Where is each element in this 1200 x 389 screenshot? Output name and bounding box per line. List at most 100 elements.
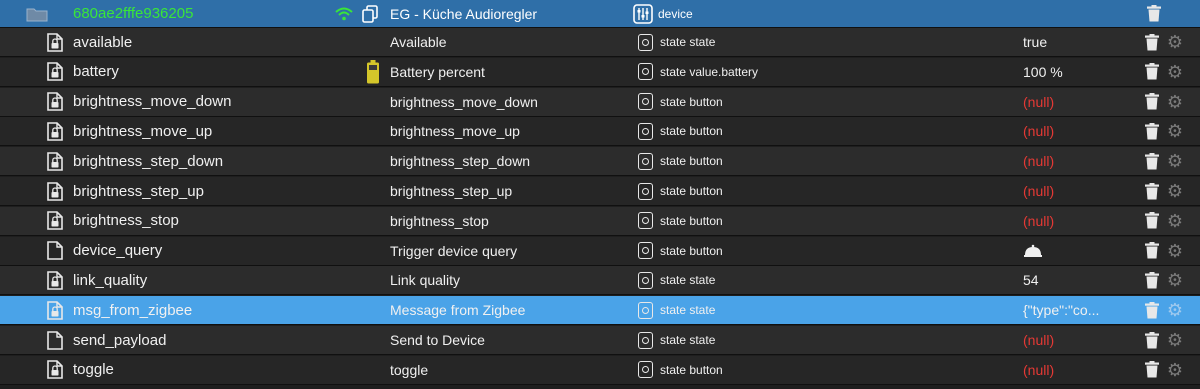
state-role: state state: [660, 303, 716, 318]
gear-icon[interactable]: ⚙: [1165, 28, 1185, 56]
lock-file-icon: [44, 58, 66, 86]
gear-icon[interactable]: ⚙: [1165, 177, 1185, 205]
state-label: Trigger device query: [390, 242, 518, 259]
state-label: brightness_step_down: [390, 153, 531, 170]
state-value[interactable]: (null): [1023, 88, 1054, 116]
gear-icon[interactable]: ⚙: [1165, 237, 1185, 265]
folder-icon[interactable]: [26, 6, 48, 22]
state-label: toggle: [390, 361, 429, 378]
state-row-available[interactable]: available Available state state true ⚙: [0, 28, 1200, 57]
state-row-msg_from_zigbee[interactable]: msg_from_zigbee Message from Zigbee stat…: [0, 296, 1200, 326]
wifi-icon: [334, 0, 354, 27]
state-label: brightness_stop: [390, 212, 489, 229]
state-row-send_payload[interactable]: send_payload Send to Device state state …: [0, 326, 1200, 355]
role-icon: [635, 58, 655, 86]
trash-icon[interactable]: [1143, 28, 1161, 56]
state-role: state button: [660, 184, 723, 198]
state-value[interactable]: {"type":"co...: [1023, 296, 1099, 324]
role-icon: [635, 207, 655, 235]
gear-icon[interactable]: ⚙: [1165, 88, 1185, 116]
lock-file-icon: [44, 177, 66, 205]
gear-icon[interactable]: ⚙: [1165, 147, 1185, 175]
lock-file-icon: [44, 296, 66, 324]
role-icon: [635, 177, 655, 205]
state-role: state button: [660, 362, 723, 377]
copy-icon[interactable]: [360, 0, 380, 27]
state-label: Send to Device: [390, 332, 485, 348]
state-role: state button: [660, 213, 723, 228]
trash-icon[interactable]: [1143, 326, 1161, 354]
state-label: Available: [390, 34, 447, 50]
trash-icon[interactable]: [1143, 296, 1161, 324]
trash-icon[interactable]: [1143, 88, 1161, 116]
state-row-brightness_stop[interactable]: brightness_stop brightness_stop state bu…: [0, 206, 1200, 236]
state-value[interactable]: (null): [1023, 356, 1054, 384]
lock-file-icon: [44, 28, 66, 56]
state-value[interactable]: (null): [1023, 207, 1054, 235]
role-icon: [635, 296, 655, 324]
state-role: state state: [660, 333, 716, 347]
trash-icon[interactable]: [1143, 117, 1161, 145]
trash-icon[interactable]: [1143, 356, 1161, 384]
object-tree: 680ae2fffe936205 EG - Küche Audioregler: [0, 0, 1200, 389]
state-row-brightness_step_down[interactable]: brightness_step_down brightness_step_dow…: [0, 147, 1200, 177]
trash-icon[interactable]: [1143, 266, 1161, 294]
lock-file-icon: [44, 356, 66, 384]
state-row-battery[interactable]: battery Battery percent state value.batt…: [0, 57, 1200, 87]
role-icon: [635, 147, 655, 175]
state-value[interactable]: (null): [1023, 117, 1054, 145]
state-name: device_query: [73, 242, 163, 260]
state-role: state button: [660, 243, 723, 258]
device-id: 680ae2fffe936205: [73, 5, 194, 22]
state-label: Battery percent: [390, 63, 485, 80]
state-value[interactable]: (null): [1023, 147, 1054, 175]
state-name: msg_from_zigbee: [73, 301, 193, 319]
device-row[interactable]: 680ae2fffe936205 EG - Küche Audioregler: [0, 0, 1200, 28]
trash-icon[interactable]: [1143, 207, 1161, 235]
role-icon: [635, 88, 655, 116]
lock-file-icon: [44, 88, 66, 116]
state-role: state state: [660, 273, 716, 288]
state-row-brightness_move_down[interactable]: brightness_move_down brightness_move_dow…: [0, 87, 1200, 117]
state-value[interactable]: 54: [1023, 266, 1039, 294]
gear-icon[interactable]: ⚙: [1165, 356, 1185, 384]
lock-file-icon: [44, 207, 66, 235]
state-row-link_quality[interactable]: link_quality Link quality state state 54…: [0, 266, 1200, 296]
state-label: brightness_move_up: [390, 123, 520, 140]
gear-icon[interactable]: ⚙: [1165, 296, 1185, 324]
state-label: brightness_step_up: [390, 183, 513, 199]
trash-icon[interactable]: [1145, 0, 1163, 27]
trash-icon[interactable]: [1143, 147, 1161, 175]
state-label: Message from Zigbee: [390, 302, 526, 319]
trash-icon[interactable]: [1143, 237, 1161, 265]
gear-icon[interactable]: ⚙: [1165, 58, 1185, 86]
bell-icon[interactable]: [1023, 237, 1043, 265]
gear-icon[interactable]: ⚙: [1165, 326, 1185, 354]
state-row-brightness_move_up[interactable]: brightness_move_up brightness_move_up st…: [0, 117, 1200, 147]
state-value[interactable]: (null): [1023, 326, 1054, 354]
trash-icon[interactable]: [1143, 177, 1161, 205]
state-role: state state: [660, 35, 716, 49]
state-name: send_payload: [73, 331, 167, 349]
role-icon: [635, 28, 655, 56]
gear-icon[interactable]: ⚙: [1165, 117, 1185, 145]
state-value[interactable]: true: [1023, 28, 1047, 56]
file-icon: [44, 326, 66, 354]
device-role: device: [658, 6, 693, 21]
gear-icon[interactable]: ⚙: [1165, 207, 1185, 235]
role-icon: [635, 237, 655, 265]
state-row-brightness_step_up[interactable]: brightness_step_up brightness_step_up st…: [0, 177, 1200, 206]
state-name: brightness_step_up: [73, 182, 204, 200]
state-name: available: [73, 33, 133, 51]
state-value[interactable]: (null): [1023, 177, 1054, 205]
lock-file-icon: [44, 266, 66, 294]
role-icon: [635, 326, 655, 354]
state-row-device_query[interactable]: device_query Trigger device query state …: [0, 236, 1200, 266]
lock-file-icon: [44, 117, 66, 145]
role-icon: [635, 117, 655, 145]
gear-icon[interactable]: ⚙: [1165, 266, 1185, 294]
trash-icon[interactable]: [1143, 58, 1161, 86]
state-row-toggle[interactable]: toggle toggle state button (null) ⚙: [0, 355, 1200, 385]
state-value[interactable]: 100 %: [1023, 58, 1063, 86]
device-name: EG - Küche Audioregler: [390, 5, 538, 22]
